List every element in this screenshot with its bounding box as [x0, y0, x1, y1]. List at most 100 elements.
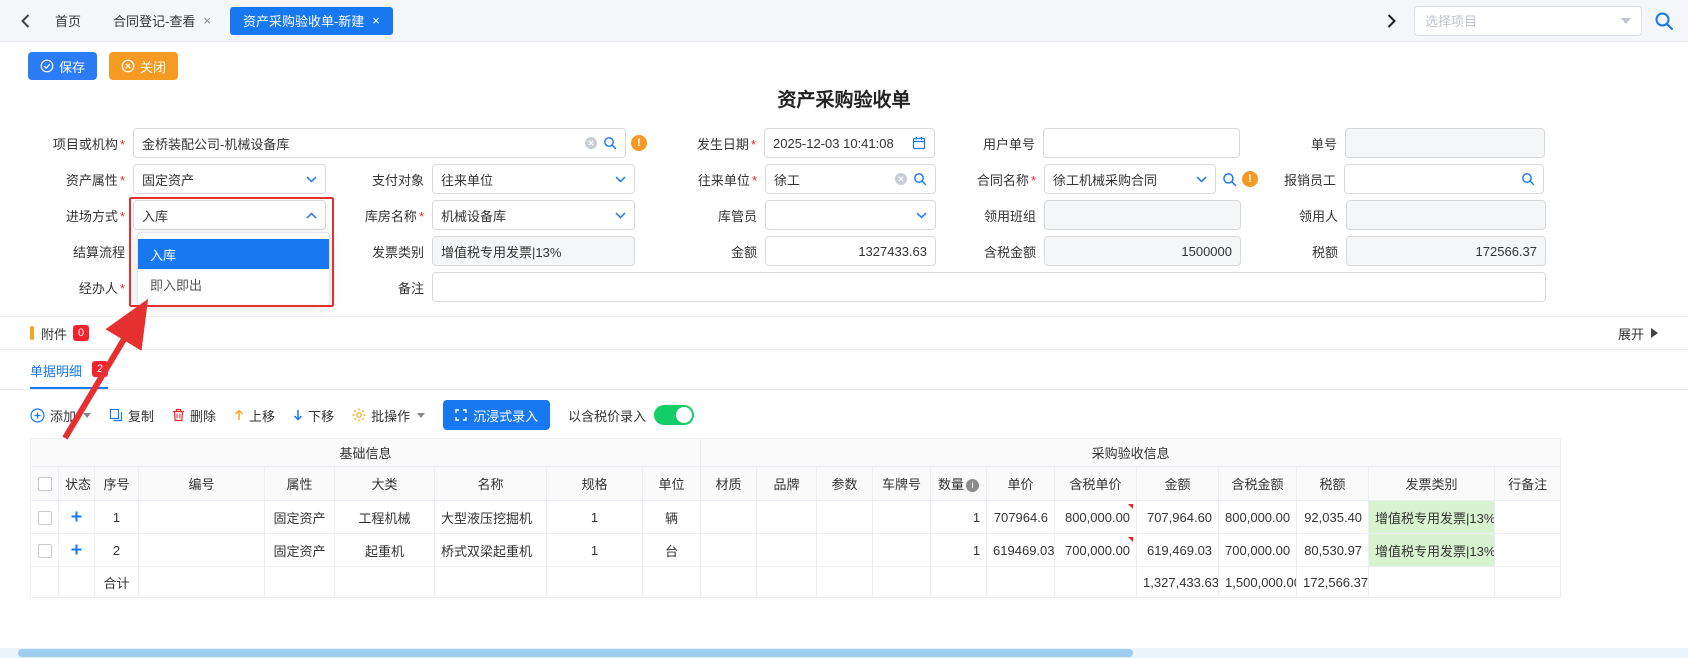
warehouse-keeper-select[interactable]	[765, 200, 936, 230]
warehouse-label: 库房名称	[326, 206, 432, 225]
cell-category[interactable]: 起重机	[335, 534, 435, 567]
cell-code[interactable]	[139, 534, 265, 567]
cell-code[interactable]	[139, 501, 265, 534]
search-icon[interactable]	[1222, 172, 1237, 187]
horizontal-scrollbar-track[interactable]	[0, 648, 1688, 658]
cell-plate[interactable]	[873, 534, 931, 567]
batch-operations-button[interactable]: 批操作	[352, 406, 425, 425]
cell-unit[interactable]: 辆	[643, 501, 701, 534]
tab-home[interactable]: 首页	[42, 7, 94, 35]
project-org-label: 项目或机构	[0, 134, 133, 153]
cell-category[interactable]: 工程机械	[335, 501, 435, 534]
counterparty-field[interactable]: 徐工	[765, 164, 936, 194]
cell-param[interactable]	[817, 534, 873, 567]
arrow-up-icon	[234, 409, 244, 421]
occur-date-field[interactable]: 2025-12-03 10:41:08	[764, 128, 935, 158]
order-no-label: 单号	[1240, 134, 1345, 153]
row-status-cell[interactable]	[59, 534, 95, 567]
requisition-team-label: 领用班组	[936, 206, 1044, 225]
cell-attr[interactable]: 固定资产	[265, 534, 335, 567]
cell-price[interactable]: 619469.03	[987, 534, 1055, 567]
tab-contract-view[interactable]: 合同登记-查看 ×	[100, 7, 224, 35]
asset-attr-select[interactable]: 固定资产	[133, 164, 326, 194]
user-order-no-field[interactable]	[1043, 128, 1240, 158]
immersive-label: 沉浸式录入	[473, 406, 538, 425]
trash-icon	[172, 408, 185, 422]
row-checkbox[interactable]	[38, 511, 52, 525]
asset-attr-value: 固定资产	[142, 170, 301, 189]
global-search-icon[interactable]	[1654, 11, 1674, 31]
warehouse-select[interactable]: 机械设备库	[432, 200, 635, 230]
reimburse-staff-field[interactable]	[1344, 164, 1544, 194]
tab-asset-acceptance-new[interactable]: 资产采购验收单-新建 ×	[230, 7, 393, 35]
cell-spec[interactable]: 1	[547, 534, 643, 567]
cell-invoice[interactable]: 增值税专用发票|13%	[1369, 501, 1495, 534]
dropdown-option-in-warehouse[interactable]: 入库	[138, 239, 329, 269]
cell-brand[interactable]	[757, 501, 817, 534]
entry-mode-select[interactable]: 入库	[133, 200, 326, 230]
col-invoice: 发票类别	[1369, 467, 1495, 501]
cell-tax-price[interactable]: 700,000.00	[1055, 534, 1137, 567]
clear-icon[interactable]	[584, 136, 598, 150]
group-header-purchase: 采购验收信息	[701, 439, 1561, 467]
row-checkbox[interactable]	[38, 544, 52, 558]
col-amount: 金额	[1137, 467, 1219, 501]
tax-entry-toggle[interactable]	[654, 405, 694, 425]
immersive-entry-button[interactable]: 沉浸式录入	[443, 400, 550, 430]
move-down-button[interactable]: 下移	[293, 406, 334, 425]
clear-icon[interactable]	[894, 172, 908, 186]
tabs-back-icon[interactable]	[14, 10, 36, 32]
cell-param[interactable]	[817, 501, 873, 534]
search-icon[interactable]	[1521, 172, 1535, 186]
delete-row-button[interactable]: 删除	[172, 406, 216, 425]
col-category: 大类	[335, 467, 435, 501]
move-up-button[interactable]: 上移	[234, 406, 275, 425]
project-select[interactable]: 选择项目	[1414, 6, 1642, 36]
project-org-field[interactable]: 金桥装配公司-机械设备库	[133, 128, 626, 158]
cell-spec[interactable]: 1	[547, 501, 643, 534]
contract-name-select[interactable]: 徐工机械采购合同	[1044, 164, 1216, 194]
close-tab-icon[interactable]: ×	[372, 13, 380, 28]
cell-tax: 92,035.40	[1297, 501, 1369, 534]
close-button[interactable]: 关闭	[109, 52, 178, 80]
cell-tax-price[interactable]: 800,000.00	[1055, 501, 1137, 534]
cell-plate[interactable]	[873, 501, 931, 534]
cell-qty[interactable]: 1	[931, 501, 987, 534]
pay-object-select[interactable]: 往来单位	[432, 164, 635, 194]
dropdown-option-in-out[interactable]: 即入即出	[138, 269, 329, 299]
tab-detail-lines[interactable]: 单据明细 2	[30, 361, 108, 389]
remark-field[interactable]	[432, 272, 1546, 302]
cell-invoice[interactable]: 增值税专用发票|13%	[1369, 534, 1495, 567]
search-icon[interactable]	[603, 136, 617, 150]
requisition-person-field	[1346, 200, 1546, 230]
arrow-down-icon	[293, 409, 303, 421]
cell-material[interactable]	[701, 501, 757, 534]
entry-mode-value: 入库	[142, 206, 301, 225]
cell-row-remark[interactable]	[1495, 501, 1561, 534]
horizontal-scrollbar-thumb[interactable]	[18, 649, 1133, 657]
cell-brand[interactable]	[757, 534, 817, 567]
cell-price[interactable]: 707964.6	[987, 501, 1055, 534]
close-tab-icon[interactable]: ×	[203, 13, 211, 28]
search-icon[interactable]	[913, 172, 927, 186]
row-status-cell[interactable]	[59, 501, 95, 534]
cell-name[interactable]: 大型液压挖掘机	[435, 501, 547, 534]
cell-row-remark[interactable]	[1495, 534, 1561, 567]
calendar-icon[interactable]	[912, 136, 926, 150]
cell-name[interactable]: 桥式双梁起重机	[435, 534, 547, 567]
amount-field[interactable]: 1327433.63	[765, 236, 936, 266]
cell-material[interactable]	[701, 534, 757, 567]
expand-button[interactable]: 展开	[1618, 324, 1658, 343]
cell-attr[interactable]: 固定资产	[265, 501, 335, 534]
select-all-checkbox[interactable]	[38, 477, 52, 491]
add-row-button[interactable]: 添加	[30, 406, 91, 425]
save-icon	[40, 59, 54, 73]
table-row: 2 固定资产 起重机 桥式双梁起重机 1 台 1 619469.03 700,0…	[31, 534, 1561, 567]
col-seq: 序号	[95, 467, 139, 501]
cell-qty[interactable]: 1	[931, 534, 987, 567]
save-button[interactable]: 保存	[28, 52, 97, 80]
cell-unit[interactable]: 台	[643, 534, 701, 567]
tabs-forward-icon[interactable]	[1380, 10, 1402, 32]
copy-row-button[interactable]: 复制	[109, 406, 154, 425]
action-toolbar: 保存 关闭	[0, 42, 1688, 88]
